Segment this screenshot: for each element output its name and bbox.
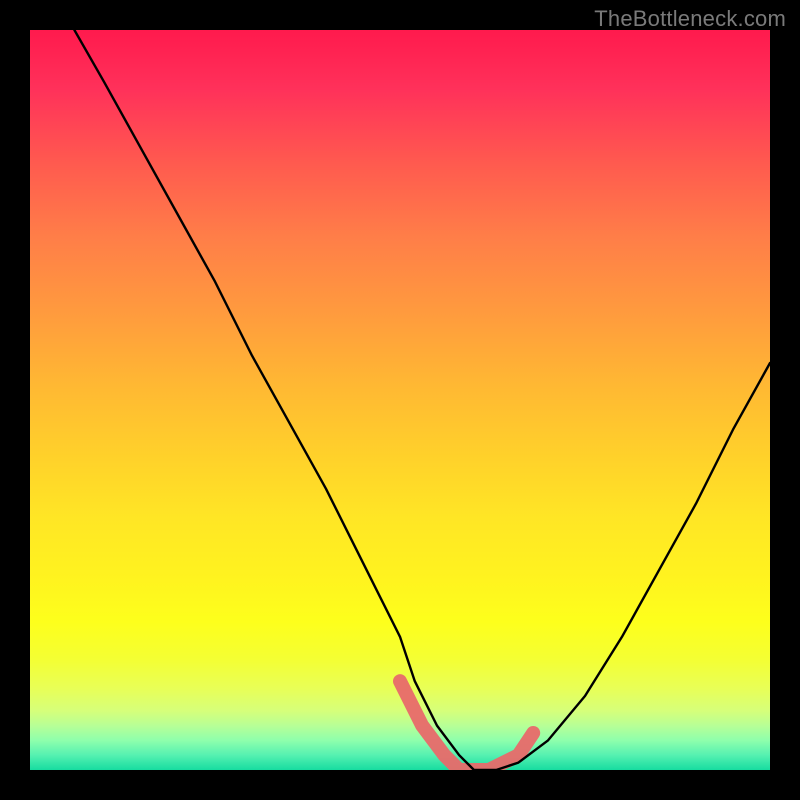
chart-frame: TheBottleneck.com [0, 0, 800, 800]
bottleneck-curve [74, 30, 770, 770]
plot-area [30, 30, 770, 770]
optimal-range-highlight [400, 681, 533, 770]
curve-layer [30, 30, 770, 770]
watermark-text: TheBottleneck.com [594, 6, 786, 32]
